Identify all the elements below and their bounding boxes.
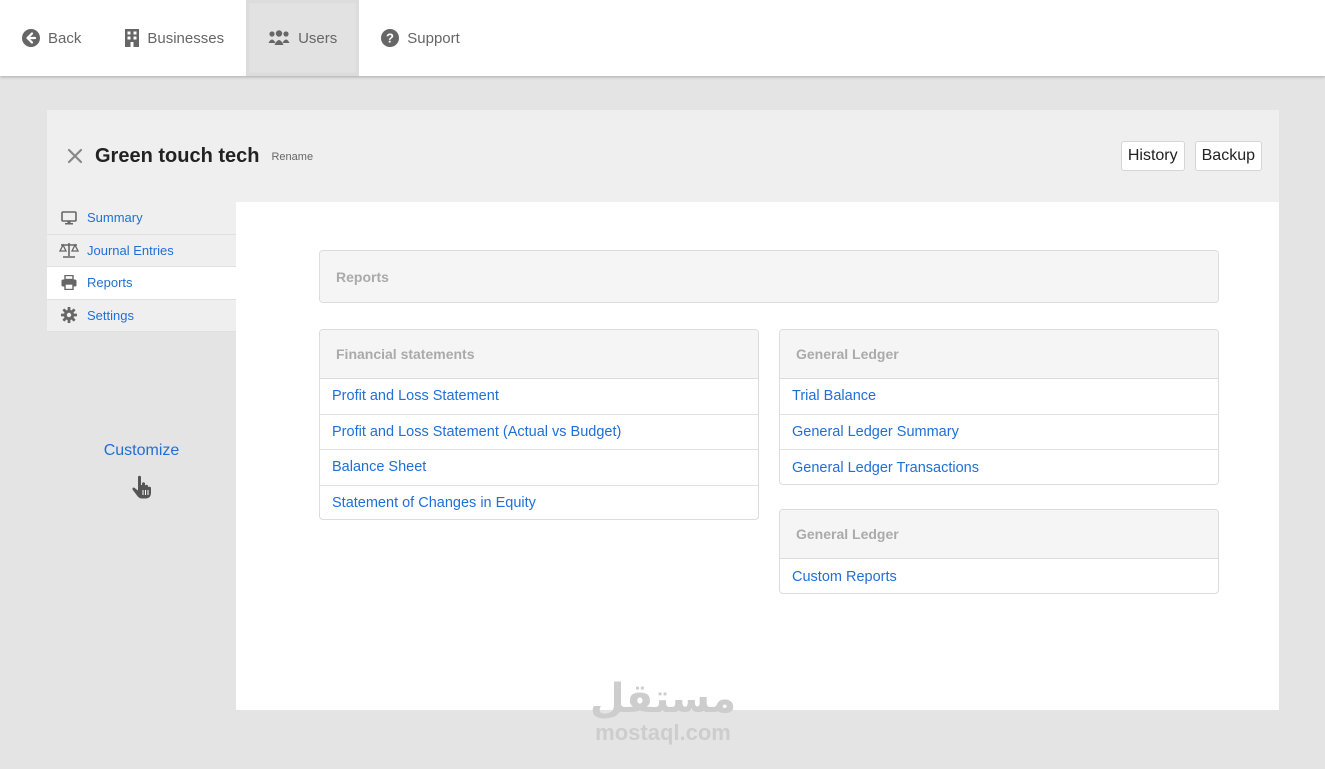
monitor-icon <box>59 210 79 226</box>
sidebar-item-label: Settings <box>87 307 134 323</box>
sidebar-item-journal-entries[interactable]: Journal Entries <box>47 234 236 267</box>
nav-support[interactable]: ? Support <box>359 0 482 76</box>
general-ledger-box: General Ledger Trial Balance General Led… <box>779 329 1219 485</box>
sidebar-item-label: Journal Entries <box>87 242 174 258</box>
gear-icon <box>59 307 79 324</box>
financial-statements-box: Financial statements Profit and Loss Sta… <box>319 329 759 520</box>
report-link-balance-sheet[interactable]: Balance Sheet <box>320 450 758 486</box>
building-icon <box>125 29 140 47</box>
report-link-gl-transactions[interactable]: General Ledger Transactions <box>780 450 1218 484</box>
financial-statements-title: Financial statements <box>320 330 758 379</box>
nav-businesses-label: Businesses <box>147 29 225 47</box>
sidebar-item-summary[interactable]: Summary <box>47 202 236 235</box>
scales-icon <box>59 242 79 259</box>
backup-button[interactable]: Backup <box>1194 141 1262 171</box>
customize-link[interactable]: Customize <box>47 442 236 460</box>
reports-title-box: Reports <box>319 250 1219 303</box>
rename-link[interactable]: Rename <box>271 151 313 163</box>
nav-users[interactable]: Users <box>246 0 360 76</box>
custom-reports-title: General Ledger <box>780 510 1218 559</box>
hand-pointer-icon <box>131 475 151 499</box>
sidebar-item-label: Summary <box>87 210 143 226</box>
svg-text:?: ? <box>386 31 394 46</box>
question-icon: ? <box>381 29 400 47</box>
report-link-changes-equity[interactable]: Statement of Changes in Equity <box>320 486 758 520</box>
top-nav: Back Businesses Users ? Support <box>0 0 1325 76</box>
sidebar-item-settings[interactable]: Settings <box>47 299 236 332</box>
business-name: Green touch tech <box>95 144 260 167</box>
nav-back[interactable]: Back <box>0 0 103 76</box>
reports-title: Reports <box>320 251 1218 302</box>
report-link-gl-summary[interactable]: General Ledger Summary <box>780 415 1218 450</box>
report-link-custom-reports[interactable]: Custom Reports <box>780 559 1218 593</box>
reports-content: Reports Financial statements Profit and … <box>236 202 1279 710</box>
printer-icon <box>59 275 79 291</box>
report-link-profit-loss[interactable]: Profit and Loss Statement <box>320 379 758 415</box>
close-icon[interactable] <box>67 148 83 164</box>
back-arrow-icon <box>22 29 40 47</box>
nav-users-label: Users <box>298 29 338 47</box>
users-icon <box>268 30 290 45</box>
panel-header: Green touch tech Rename History Backup <box>47 110 1279 202</box>
watermark-latin: mostaql.com <box>595 720 731 745</box>
history-button[interactable]: History <box>1120 141 1185 171</box>
panel-body: Summary Journal Entries Reports Settings… <box>47 202 1279 710</box>
general-ledger-title: General Ledger <box>780 330 1218 379</box>
business-panel: Green touch tech Rename History Backup S… <box>47 110 1279 710</box>
sidebar-item-label: Reports <box>87 275 133 291</box>
report-link-profit-loss-budget[interactable]: Profit and Loss Statement (Actual vs Bud… <box>320 415 758 450</box>
custom-reports-box: General Ledger Custom Reports <box>779 509 1219 594</box>
nav-businesses[interactable]: Businesses <box>103 0 246 76</box>
sidebar-item-reports[interactable]: Reports <box>47 267 236 300</box>
report-link-trial-balance[interactable]: Trial Balance <box>780 379 1218 415</box>
sidebar: Summary Journal Entries Reports Settings… <box>47 202 236 710</box>
nav-support-label: Support <box>407 29 460 47</box>
nav-back-label: Back <box>48 29 82 47</box>
